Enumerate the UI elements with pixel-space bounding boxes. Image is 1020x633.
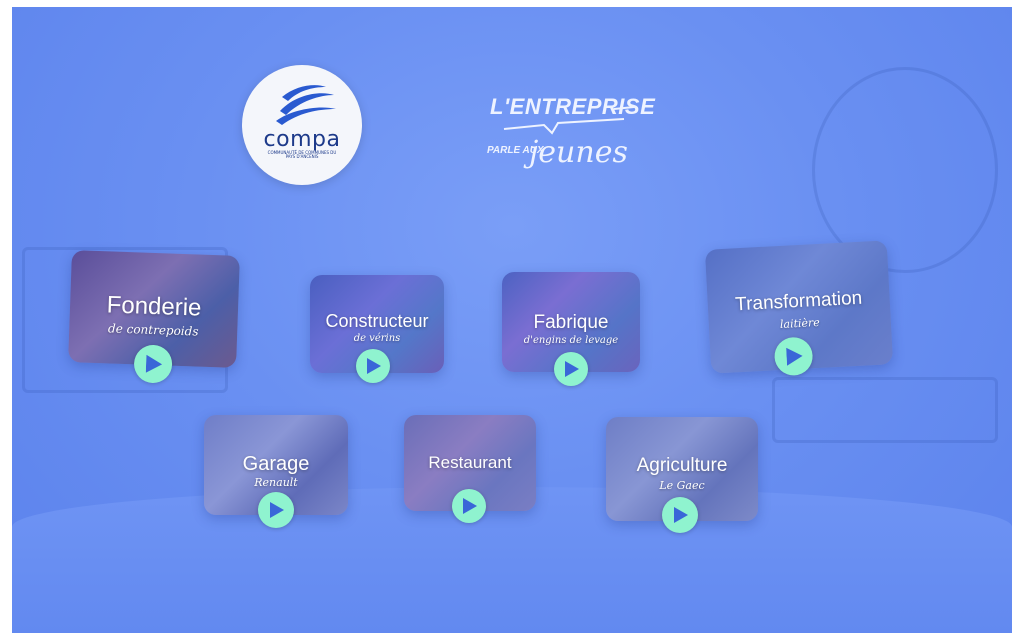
tour-card-transformation[interactable]: Transformation laitière bbox=[704, 240, 894, 377]
tour-card-fonderie[interactable]: Fonderie de contrepoids bbox=[68, 250, 240, 384]
card-title: Restaurant bbox=[428, 453, 512, 472]
play-button[interactable] bbox=[356, 349, 390, 383]
tour-card-garage[interactable]: Garage Renault bbox=[204, 415, 348, 528]
play-icon bbox=[786, 347, 803, 366]
background-rail-right bbox=[772, 377, 998, 443]
play-button[interactable] bbox=[662, 497, 698, 533]
play-icon bbox=[367, 358, 381, 374]
compa-wave-icon bbox=[276, 85, 336, 125]
play-icon bbox=[463, 498, 477, 514]
play-icon bbox=[565, 361, 579, 377]
vr-scene: compa COMMUNAUTÉ DE COMMUNES DU PAYS D'A… bbox=[12, 7, 1012, 633]
tour-card-restaurant[interactable]: Restaurant bbox=[404, 415, 536, 523]
play-button[interactable] bbox=[258, 492, 294, 528]
card-title: Fonderie bbox=[106, 291, 202, 322]
card-subtitle: Renault bbox=[254, 476, 298, 489]
card-subtitle: Le Gaec bbox=[659, 479, 705, 492]
card-title: Garage bbox=[242, 453, 310, 475]
play-icon bbox=[270, 502, 284, 518]
card-title: Agriculture bbox=[636, 455, 728, 476]
tour-card-fabrique[interactable]: Fabrique d'engins de levage bbox=[502, 272, 640, 386]
play-icon bbox=[674, 507, 688, 523]
card-title: Constructeur bbox=[325, 311, 429, 331]
tour-card-constructeur[interactable]: Constructeur de vérins bbox=[310, 275, 444, 383]
tour-card-agriculture[interactable]: Agriculture Le Gaec bbox=[606, 417, 758, 533]
logo-name: compa bbox=[263, 127, 341, 152]
compa-logo: compa COMMUNAUTÉ DE COMMUNES DU PAYS D'A… bbox=[242, 65, 362, 185]
logo-subtitle: COMMUNAUTÉ DE COMMUNES DU PAYS D'ANCENIS bbox=[267, 150, 337, 159]
card-subtitle: d'engins de levage bbox=[523, 335, 619, 346]
play-button[interactable] bbox=[554, 352, 588, 386]
play-icon bbox=[145, 354, 163, 373]
card-subtitle: de vérins bbox=[353, 333, 401, 344]
card-title: Fabrique bbox=[533, 312, 609, 333]
brand-line3: jeunes bbox=[529, 135, 628, 170]
play-button[interactable] bbox=[452, 489, 486, 523]
brand-logo: L'ENTREPRISE PARLE AUX jeunes bbox=[474, 89, 655, 189]
